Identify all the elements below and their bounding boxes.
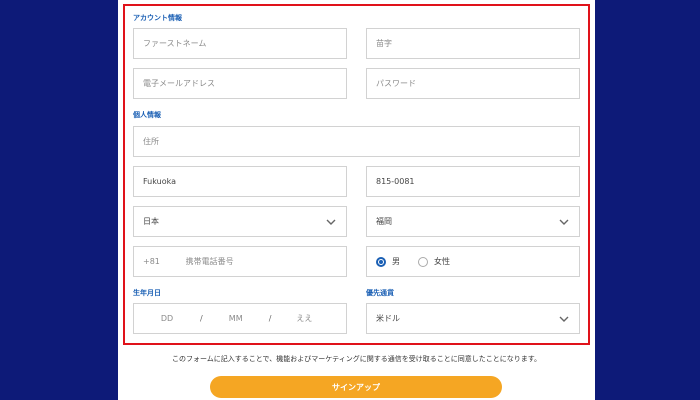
- signup-button[interactable]: サインアップ: [210, 376, 502, 398]
- prefecture-value: 福岡: [376, 217, 392, 226]
- chevron-down-icon[interactable]: [553, 207, 575, 236]
- currency-select[interactable]: 米ドル: [366, 303, 580, 334]
- email-input[interactable]: [143, 69, 346, 98]
- account-info-label: アカウント情報: [133, 14, 182, 22]
- phone-field[interactable]: +81: [133, 246, 347, 277]
- birth-year-input[interactable]: ええ: [271, 313, 337, 324]
- email-field[interactable]: [133, 68, 347, 99]
- chevron-down-icon[interactable]: [553, 304, 575, 333]
- phone-input[interactable]: [185, 247, 346, 276]
- address-field[interactable]: [133, 126, 580, 157]
- consent-notice: このフォームに記入することで、機能およびマーケティングに関する通信を受け取ること…: [171, 355, 542, 363]
- birthdate-field[interactable]: DD / MM / ええ: [133, 303, 347, 334]
- country-select[interactable]: 日本: [133, 206, 347, 237]
- birth-day-input[interactable]: DD: [134, 314, 200, 323]
- postal-code-field[interactable]: 815-0081: [366, 166, 580, 197]
- gender-female-label: 女性: [434, 257, 450, 266]
- city-value: Fukuoka: [143, 177, 176, 186]
- prefecture-select[interactable]: 福岡: [366, 206, 580, 237]
- last-name-input[interactable]: [376, 29, 579, 58]
- country-value: 日本: [143, 217, 159, 226]
- chevron-down-icon[interactable]: [320, 207, 342, 236]
- birthdate-label: 生年月日: [133, 289, 161, 297]
- gender-male-option[interactable]: 男: [376, 256, 400, 267]
- phone-country-code[interactable]: +81: [143, 257, 186, 266]
- last-name-field[interactable]: [366, 28, 580, 59]
- gender-field: 男 女性: [366, 246, 580, 277]
- postal-code-value: 815-0081: [376, 177, 415, 186]
- radio-unselected-icon[interactable]: [418, 256, 428, 267]
- birth-month-input[interactable]: MM: [203, 314, 269, 323]
- gender-female-option[interactable]: 女性: [418, 256, 450, 267]
- first-name-field[interactable]: [133, 28, 347, 59]
- currency-value: 米ドル: [376, 314, 400, 323]
- city-field[interactable]: Fukuoka: [133, 166, 347, 197]
- address-input[interactable]: [143, 127, 579, 156]
- gender-male-label: 男: [392, 257, 400, 266]
- personal-info-label: 個人情報: [133, 111, 161, 119]
- first-name-input[interactable]: [143, 29, 346, 58]
- password-field[interactable]: [366, 68, 580, 99]
- radio-selected-icon[interactable]: [376, 256, 386, 267]
- currency-label: 優先通貨: [366, 289, 394, 297]
- password-input[interactable]: [376, 69, 579, 98]
